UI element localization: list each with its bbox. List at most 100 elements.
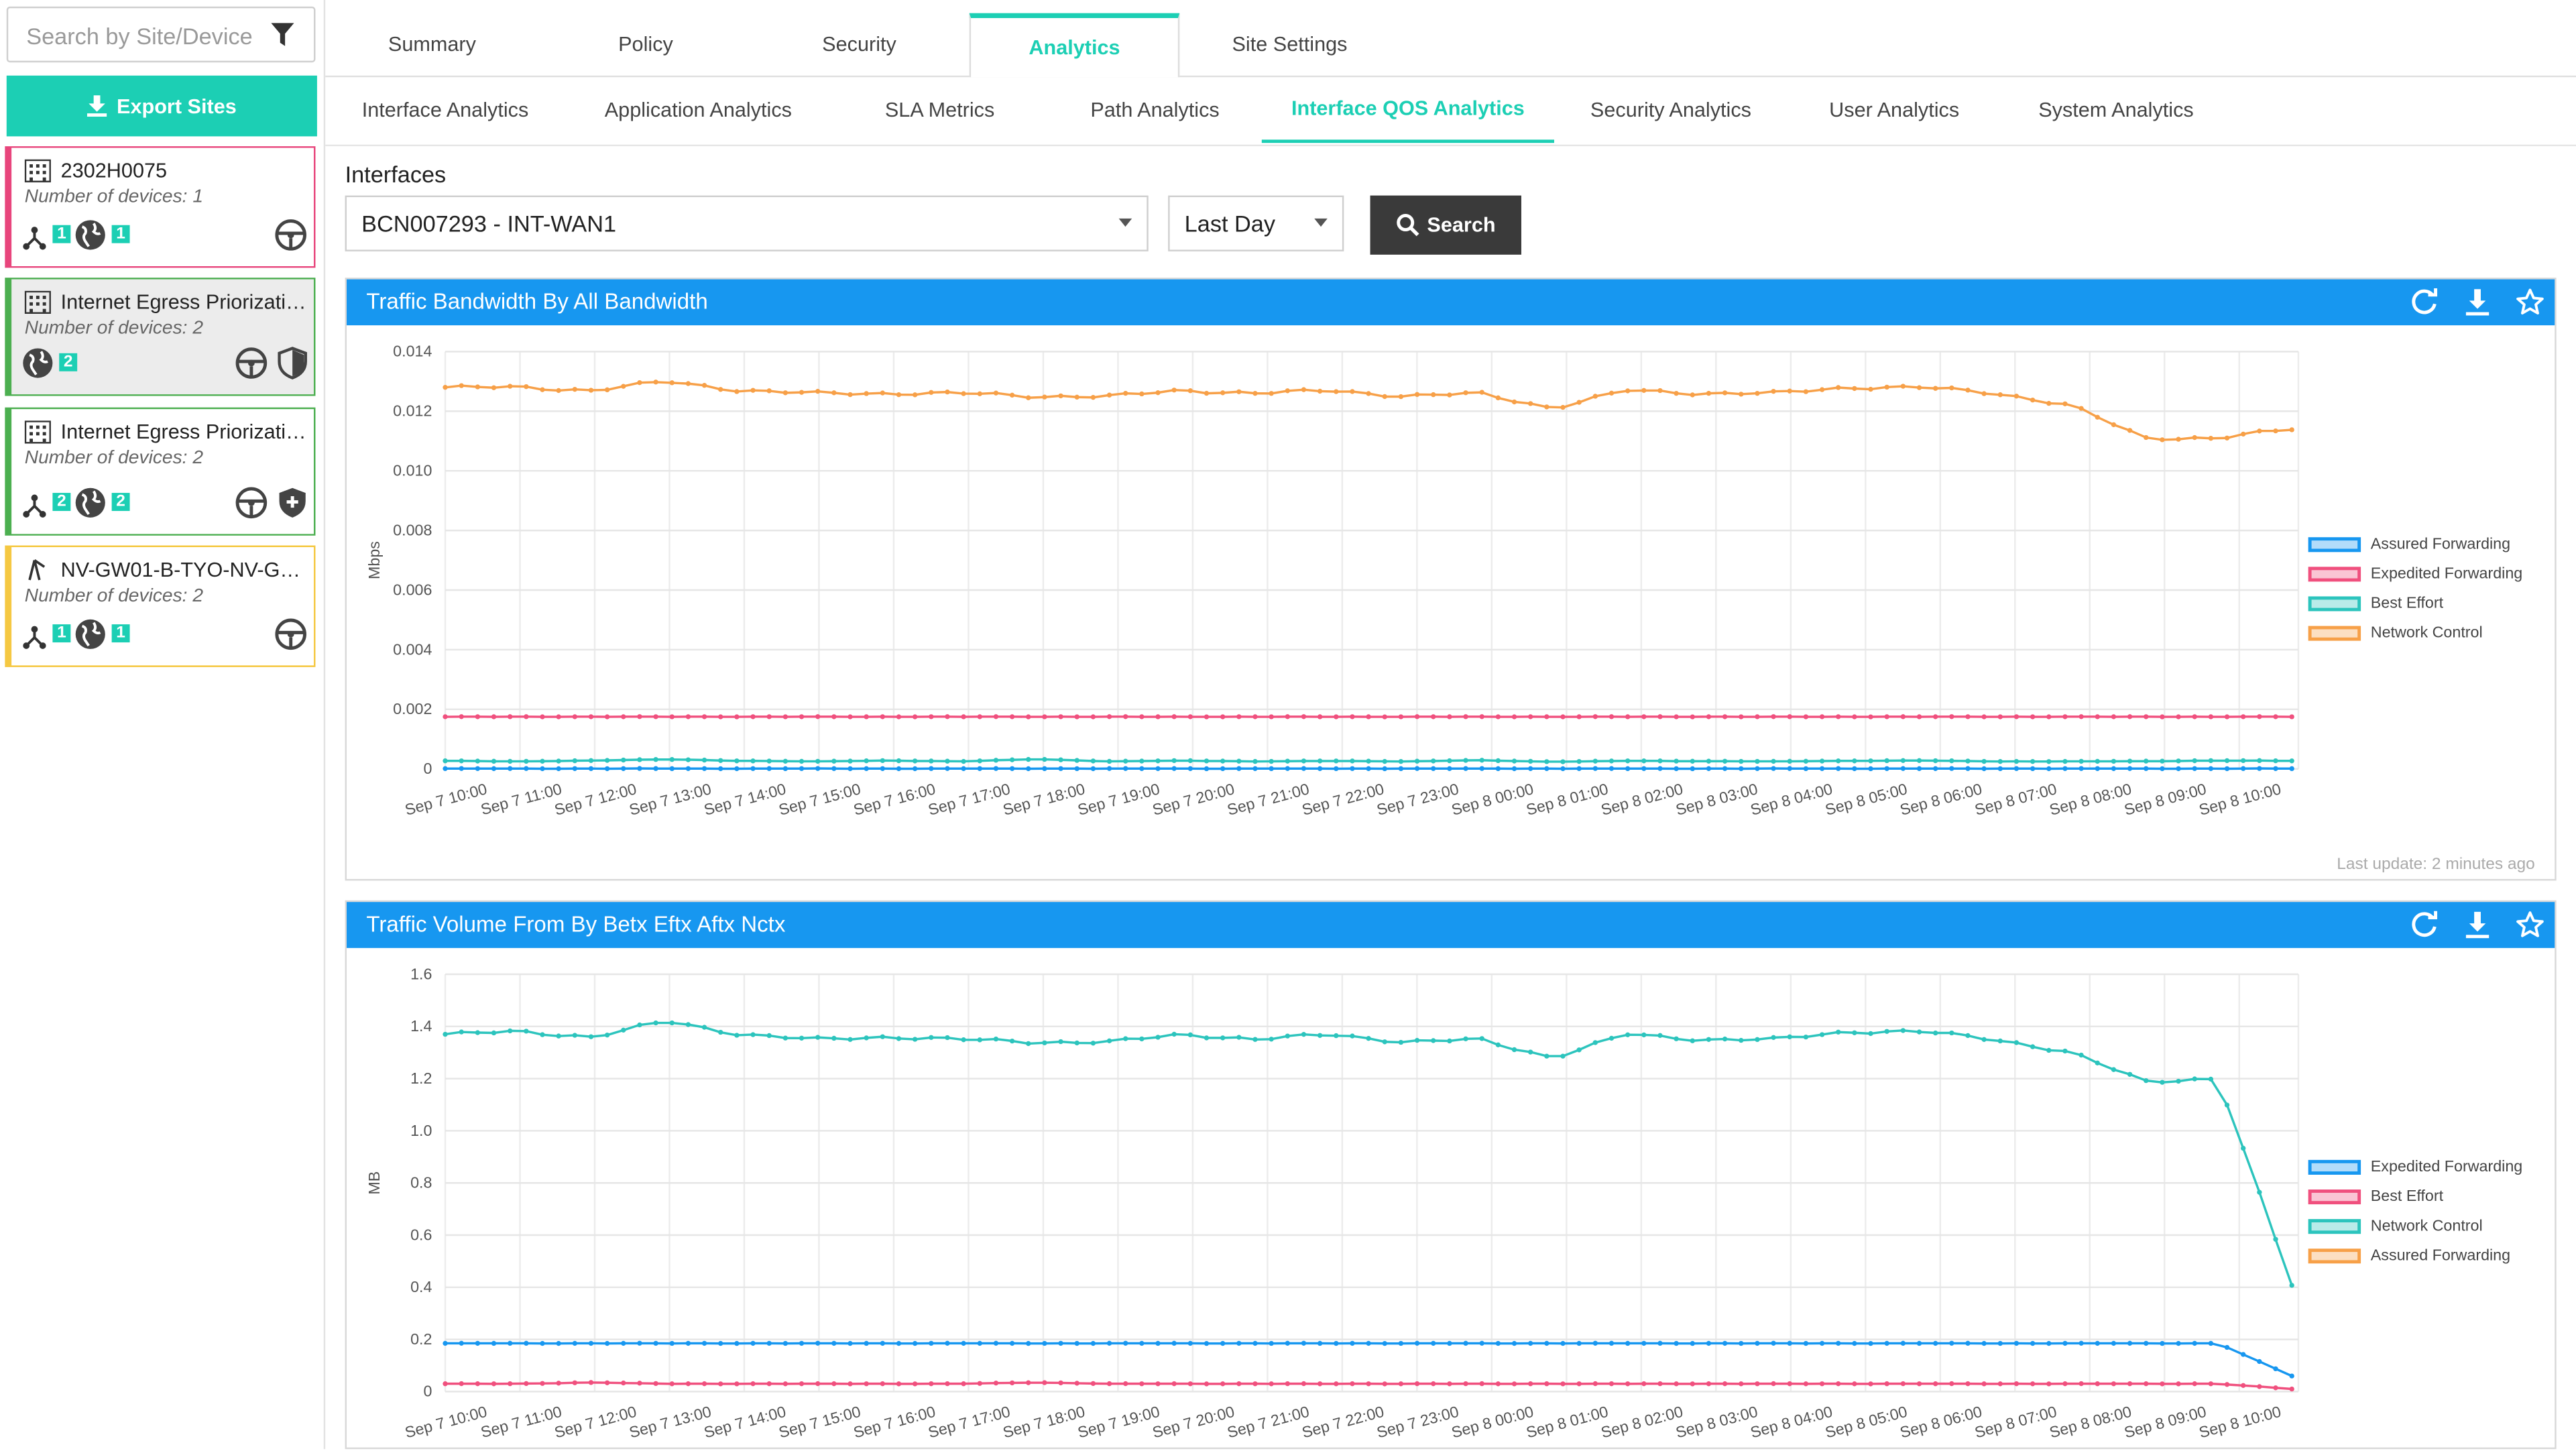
x-tick-label: Sep 7 11:00 xyxy=(479,1403,563,1441)
tab-summary[interactable]: Summary xyxy=(325,13,539,76)
steering-icon[interactable] xyxy=(235,347,268,388)
data-point xyxy=(750,1032,755,1037)
data-point xyxy=(1415,714,1419,719)
data-point xyxy=(896,766,901,771)
data-point xyxy=(1172,1341,1177,1346)
tab-site-settings[interactable]: Site Settings xyxy=(1183,13,1397,76)
data-point xyxy=(1933,758,1938,763)
data-point xyxy=(1674,1037,1678,1041)
site-sidebar: Export Sites 2302H0075Number of devices:… xyxy=(0,0,325,1449)
legend-item[interactable]: Best Effort xyxy=(2308,1181,2523,1211)
subtab-system-analytics[interactable]: System Analytics xyxy=(2001,76,2231,143)
subtab-interface-qos-analytics[interactable]: Interface QOS Analytics xyxy=(1262,76,1554,143)
globe-icon[interactable] xyxy=(74,618,107,658)
data-point xyxy=(1755,1037,1759,1042)
site-card[interactable]: Internet Egress Priorization-...Number o… xyxy=(5,408,315,536)
data-point xyxy=(1301,1381,1306,1386)
site-search-input[interactable] xyxy=(23,21,276,51)
subtab-sla-metrics[interactable]: SLA Metrics xyxy=(831,76,1048,143)
data-point xyxy=(1933,1341,1938,1346)
site-search-box[interactable] xyxy=(7,7,316,62)
site-card[interactable]: Internet Egress Priorization-...Number o… xyxy=(5,278,315,396)
globe-icon[interactable] xyxy=(74,486,107,527)
steering-icon[interactable] xyxy=(274,618,307,658)
topology-icon[interactable] xyxy=(21,624,48,658)
data-point xyxy=(1949,714,1954,719)
data-point xyxy=(1755,1341,1759,1346)
data-point xyxy=(1383,394,1387,399)
data-point xyxy=(589,766,593,771)
y-tick-label: 0.010 xyxy=(393,462,432,479)
data-point xyxy=(1318,1341,1322,1346)
time-range-select[interactable]: Last Day xyxy=(1168,196,1344,251)
data-point xyxy=(556,714,561,719)
data-point xyxy=(443,766,447,771)
shield-plus-icon[interactable] xyxy=(278,486,307,527)
legend-item[interactable]: Best Effort xyxy=(2308,588,2523,618)
chevron-down-icon xyxy=(1314,219,1328,227)
bandwidth-chart-legend: Assured ForwardingExpedited ForwardingBe… xyxy=(2308,529,2523,647)
refresh-icon[interactable] xyxy=(2410,910,2440,939)
data-point xyxy=(1172,1381,1177,1386)
topology-icon[interactable] xyxy=(21,493,48,527)
count-badge: 1 xyxy=(112,225,130,243)
subtab-security-analytics[interactable]: Security Analytics xyxy=(1554,76,1788,143)
steering-icon[interactable] xyxy=(274,219,307,259)
site-card[interactable]: 2302H0075Number of devices: 111 xyxy=(5,146,315,268)
data-point xyxy=(1593,1341,1598,1346)
globe-icon[interactable] xyxy=(74,219,107,259)
refresh-icon[interactable] xyxy=(2410,288,2440,317)
data-point xyxy=(1625,1381,1630,1386)
subtab-path-analytics[interactable]: Path Analytics xyxy=(1048,76,1262,143)
search-button-label: Search xyxy=(1427,214,1495,237)
globe-icon[interactable] xyxy=(21,347,54,388)
legend-item[interactable]: Assured Forwarding xyxy=(2308,529,2523,559)
data-point xyxy=(2289,758,2294,763)
export-sites-button[interactable]: Export Sites xyxy=(7,76,317,137)
legend-item[interactable]: Assured Forwarding xyxy=(2308,1240,2523,1270)
subtab-application-analytics[interactable]: Application Analytics xyxy=(565,76,831,143)
data-point xyxy=(1058,1381,1063,1385)
legend-item[interactable]: Network Control xyxy=(2308,1211,2523,1240)
x-tick-label: Sep 8 01:00 xyxy=(1524,780,1610,819)
data-point xyxy=(1560,1053,1565,1058)
data-point xyxy=(1560,714,1565,719)
steering-icon[interactable] xyxy=(235,486,268,527)
site-card[interactable]: NV-GW01-B-TYO-NV-GW...Number of devices:… xyxy=(5,545,315,666)
data-point xyxy=(783,390,788,395)
topology-icon[interactable] xyxy=(21,225,48,259)
legend-item[interactable]: Network Control xyxy=(2308,618,2523,647)
subtab-user-analytics[interactable]: User Analytics xyxy=(1788,76,2001,143)
data-point xyxy=(1706,1341,1711,1346)
data-point xyxy=(1188,1381,1193,1386)
data-point xyxy=(556,1381,561,1385)
data-point xyxy=(1139,1341,1144,1346)
tab-security[interactable]: Security xyxy=(752,13,966,76)
data-point xyxy=(1383,1039,1387,1044)
data-point xyxy=(2273,714,2278,719)
x-tick-label: Sep 7 19:00 xyxy=(1075,1403,1161,1442)
subtab-interface-analytics[interactable]: Interface Analytics xyxy=(325,76,565,143)
data-point xyxy=(1609,1381,1614,1386)
download-icon[interactable] xyxy=(2463,288,2492,317)
data-point xyxy=(1220,1341,1225,1346)
x-tick-label: Sep 8 02:00 xyxy=(1599,780,1685,819)
tab-policy[interactable]: Policy xyxy=(539,13,753,76)
star-icon[interactable] xyxy=(2515,910,2544,939)
shield-icon[interactable] xyxy=(278,347,307,388)
interface-select[interactable]: BCN007293 - INT-WAN1 xyxy=(345,196,1149,251)
data-point xyxy=(1998,714,2003,719)
data-point xyxy=(1318,1033,1322,1038)
filter-icon[interactable] xyxy=(271,23,294,48)
search-button[interactable]: Search xyxy=(1370,196,1521,255)
download-icon[interactable] xyxy=(2463,910,2492,939)
tab-analytics[interactable]: Analytics xyxy=(970,13,1180,78)
data-point xyxy=(1496,396,1501,400)
data-point xyxy=(1204,391,1209,396)
data-point xyxy=(750,1381,755,1386)
data-point xyxy=(1868,714,1873,719)
legend-item[interactable]: Expedited Forwarding xyxy=(2308,559,2523,588)
legend-item[interactable]: Expedited Forwarding xyxy=(2308,1152,2523,1181)
data-point xyxy=(1788,1035,1792,1039)
star-icon[interactable] xyxy=(2515,288,2544,317)
